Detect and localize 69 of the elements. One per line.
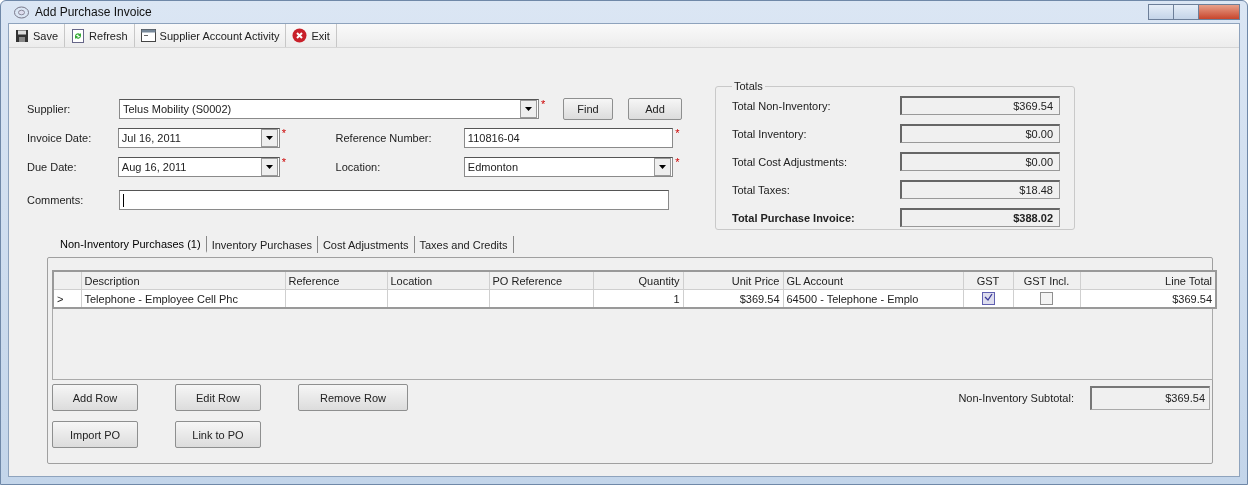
required-mark: * <box>674 128 681 138</box>
date-picker[interactable]: Jul 16, 2011 <box>117 128 280 148</box>
window-icon <box>140 29 156 42</box>
dropdown-arrow-icon <box>265 165 273 169</box>
required-mark: * <box>674 157 681 167</box>
total-value: $0.00 <box>900 124 1060 143</box>
column-header[interactable]: GST <box>963 271 1013 290</box>
tab[interactable]: Taxes and Credits <box>414 236 514 253</box>
total-label: Total Taxes: <box>732 183 791 196</box>
column-header[interactable]: GST Incl. <box>1013 271 1080 290</box>
action-button[interactable]: Edit Row <box>175 384 261 411</box>
close-button[interactable] <box>1198 4 1240 20</box>
dropdown-arrow-icon <box>525 107 532 111</box>
date-picker[interactable]: Aug 16, 2011 <box>117 157 280 177</box>
field-label: Supplier: <box>27 103 72 115</box>
column-header[interactable]: Reference <box>285 271 387 290</box>
required-mark: * <box>540 99 547 109</box>
maximize-button[interactable] <box>1173 4 1199 20</box>
action-button[interactable]: Link to PO <box>175 421 261 448</box>
action-button[interactable]: Remove Row <box>298 384 408 411</box>
total-value: $18.48 <box>900 180 1060 199</box>
column-header[interactable]: GL Account <box>783 271 963 290</box>
action-button[interactable]: Import PO <box>52 421 138 448</box>
field-label: Reference Number: <box>335 132 433 144</box>
column-header[interactable]: Location <box>387 271 489 290</box>
field-label: Due Date: <box>27 161 78 173</box>
location-dropdown[interactable]: Edmonton <box>463 157 674 177</box>
field-label: Comments: <box>27 194 85 206</box>
action-button[interactable]: Add Row <box>52 384 138 411</box>
total-value: $388.02 <box>900 208 1060 227</box>
supplier-dropdown[interactable]: Telus Mobility (S0002) <box>119 99 539 119</box>
checkbox[interactable] <box>981 292 995 306</box>
toolbar-button[interactable]: Supplier Account Activity <box>134 24 287 47</box>
dropdown-arrow-icon <box>265 136 273 140</box>
total-value: $369.54 <box>900 96 1060 115</box>
close-icon <box>292 28 308 43</box>
required-mark: * <box>280 128 287 138</box>
toolbar-button[interactable]: Refresh <box>65 24 135 47</box>
subtotal-label: Non-Inventory Subtotal: <box>958 391 1074 404</box>
required-mark: * <box>280 157 287 167</box>
tab[interactable]: Inventory Purchases <box>206 236 318 253</box>
total-label: Total Purchase Invoice: <box>732 211 856 224</box>
column-header[interactable]: PO Reference <box>489 271 593 290</box>
toolbar-button[interactable]: Save <box>9 24 66 47</box>
reference-number-field[interactable]: 110816-04 <box>463 128 674 148</box>
table-cell: Telephone - Employee Cell Phc <box>81 289 285 308</box>
toolbar-button[interactable]: Exit <box>286 24 337 47</box>
refresh-icon <box>71 28 86 43</box>
window-title: Add Purchase Invoice <box>35 5 152 19</box>
find-button[interactable]: Find <box>563 98 613 120</box>
total-value: $0.00 <box>900 152 1060 171</box>
column-header[interactable]: Line Total <box>1080 271 1216 290</box>
checkbox[interactable] <box>1040 292 1053 306</box>
total-label: Total Cost Adjustments: <box>732 155 848 168</box>
minimize-button[interactable] <box>1148 4 1174 20</box>
total-label: Total Non-Inventory: <box>732 99 832 112</box>
column-header[interactable]: Quantity <box>593 271 683 290</box>
column-header[interactable]: Unit Price <box>683 271 783 290</box>
add-button[interactable]: Add <box>628 98 682 120</box>
column-header[interactable]: Description <box>81 271 285 290</box>
comments-field[interactable] <box>119 190 669 210</box>
field-label: Invoice Date: <box>27 132 93 144</box>
dropdown-arrow-icon <box>659 165 667 169</box>
tab[interactable]: Cost Adjustments <box>317 236 415 253</box>
total-label: Total Inventory: <box>732 127 808 140</box>
group-title: Totals <box>733 80 764 92</box>
field-label: Location: <box>335 161 382 173</box>
subtotal-value: $369.54 <box>1090 385 1210 410</box>
app-icon <box>14 5 29 19</box>
